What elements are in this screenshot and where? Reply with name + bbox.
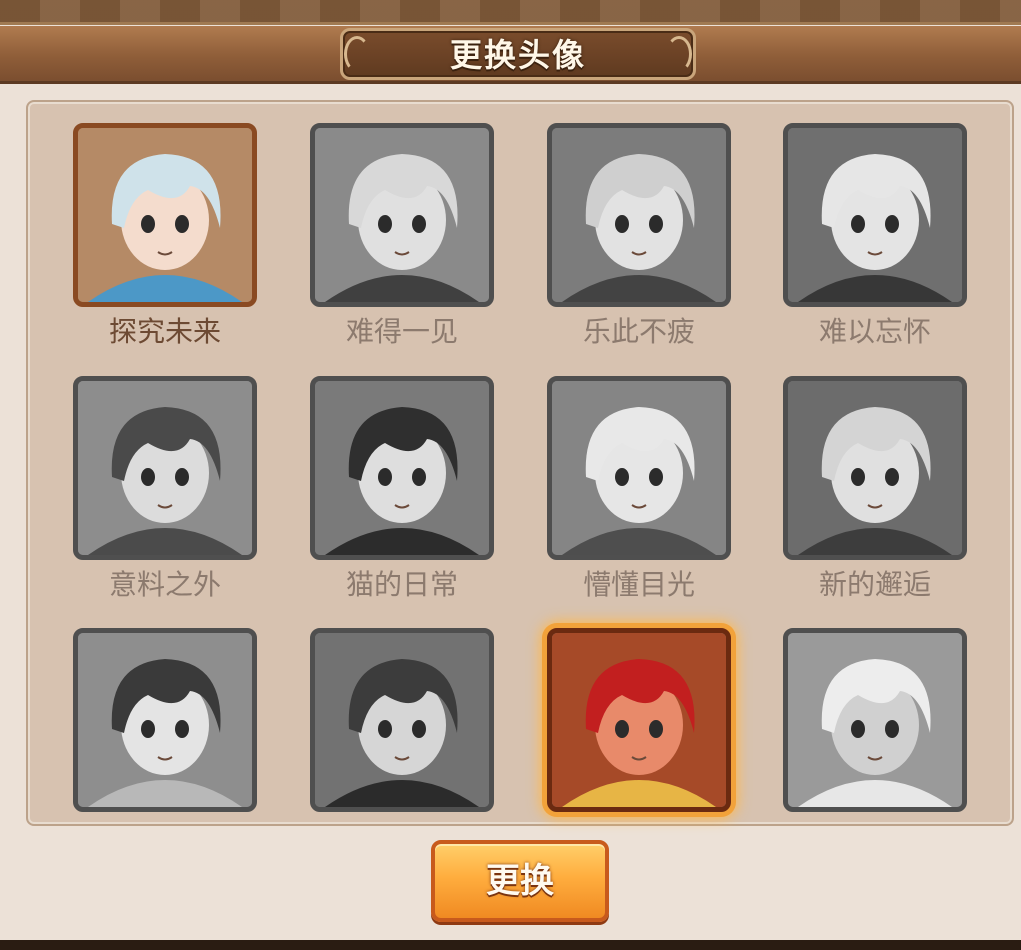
portrait-right-eye [175, 720, 189, 738]
avatar-label-7: 懵懂目光 [582, 568, 695, 601]
portrait-left-eye [378, 720, 392, 738]
portrait-left-eye [851, 720, 865, 738]
avatar-portrait [78, 381, 252, 555]
avatar-tile-4[interactable] [783, 123, 967, 307]
avatar-label-3: 乐此不疲 [582, 315, 695, 348]
portrait-left-eye [141, 215, 155, 233]
avatar-portrait [552, 633, 726, 807]
avatar-tile-2[interactable] [310, 123, 494, 307]
avatar-tile-8[interactable] [783, 376, 967, 560]
portrait-right-eye [175, 215, 189, 233]
portrait-left-eye [378, 468, 392, 486]
avatar-portrait [78, 633, 252, 807]
portrait-left-eye [141, 720, 155, 738]
confirm-change-label: 更换 [486, 861, 554, 901]
avatar-portrait [315, 633, 489, 807]
portrait-right-eye [412, 468, 426, 486]
portrait-right-eye [885, 720, 899, 738]
portrait-left-eye [615, 468, 629, 486]
avatar-label-1: 探究未来 [108, 315, 221, 348]
avatar-portrait [788, 128, 962, 302]
avatar-tile-6[interactable] [310, 376, 494, 560]
avatar-tile-3[interactable] [547, 123, 731, 307]
avatar-tile-5[interactable] [73, 376, 257, 560]
portrait-left-eye [141, 468, 155, 486]
avatar-tile-9[interactable] [73, 628, 257, 812]
avatar-label-6: 猫的日常 [345, 568, 458, 601]
portrait-right-eye [412, 215, 426, 233]
portrait-right-eye [885, 215, 899, 233]
avatar-portrait [78, 128, 252, 302]
avatar-label-5: 意料之外 [108, 568, 221, 601]
avatar-label-4: 难以忘怀 [818, 315, 931, 348]
avatar-tile-11[interactable] [547, 628, 731, 812]
portrait-right-eye [649, 468, 663, 486]
portrait-right-eye [175, 468, 189, 486]
avatar-portrait [552, 381, 726, 555]
portrait-right-eye [885, 468, 899, 486]
portrait-left-eye [615, 215, 629, 233]
avatar-portrait [552, 128, 726, 302]
portrait-right-eye [649, 215, 663, 233]
avatar-portrait [788, 633, 962, 807]
portrait-left-eye [615, 720, 629, 738]
avatar-portrait [788, 381, 962, 555]
avatar-tile-7[interactable] [547, 376, 731, 560]
portrait-left-eye [851, 468, 865, 486]
portrait-left-eye [851, 215, 865, 233]
portrait-right-eye [649, 720, 663, 738]
portrait-left-eye [378, 215, 392, 233]
avatar-tile-12[interactable] [783, 628, 967, 812]
avatar-label-2: 难得一见 [345, 315, 458, 348]
confirm-change-button[interactable]: 更换 [431, 840, 609, 922]
avatar-tile-10[interactable] [310, 628, 494, 812]
portrait-right-eye [412, 720, 426, 738]
avatar-portrait [315, 381, 489, 555]
avatar-label-8: 新的邂逅 [818, 568, 931, 601]
avatar-tile-1[interactable] [73, 123, 257, 307]
dialog-title: 更换头像 [449, 36, 586, 74]
avatar-portrait [315, 128, 489, 302]
